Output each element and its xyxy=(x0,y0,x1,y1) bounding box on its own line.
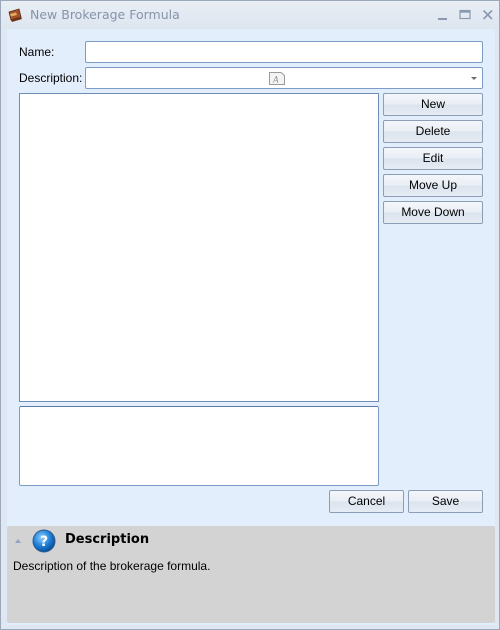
help-title: Description xyxy=(65,532,150,547)
collapse-arrow-icon[interactable] xyxy=(15,539,21,543)
move-up-button[interactable]: Move Up xyxy=(383,174,483,197)
minimize-icon[interactable] xyxy=(436,8,450,22)
svg-text:?: ? xyxy=(40,534,48,550)
help-panel: ? Description Description of the brokera… xyxy=(7,526,495,623)
dialog-body: Name: Description: A New Delete Edit Mov… xyxy=(7,29,495,625)
name-input[interactable] xyxy=(85,41,483,63)
maximize-icon[interactable] xyxy=(458,8,472,22)
help-question-icon: ? xyxy=(32,529,56,553)
move-down-button[interactable]: Move Down xyxy=(383,201,483,224)
description-input[interactable]: A xyxy=(85,67,483,89)
localize-text-icon[interactable]: A xyxy=(269,72,285,85)
delete-button[interactable]: Delete xyxy=(383,120,483,143)
window-title: New Brokerage Formula xyxy=(30,7,180,22)
save-button[interactable]: Save xyxy=(408,490,483,513)
formula-list[interactable] xyxy=(19,93,379,402)
description-label: Description: xyxy=(19,71,83,85)
name-label: Name: xyxy=(19,45,55,59)
title-bar[interactable]: New Brokerage Formula xyxy=(1,1,499,29)
cancel-button[interactable]: Cancel xyxy=(329,490,404,513)
svg-text:A: A xyxy=(272,75,279,85)
help-text: Description of the brokerage formula. xyxy=(13,559,211,573)
dropdown-arrow-icon[interactable] xyxy=(471,77,477,80)
new-button[interactable]: New xyxy=(383,93,483,116)
edit-button[interactable]: Edit xyxy=(383,147,483,170)
briefcase-icon xyxy=(8,8,22,22)
formula-detail-box[interactable] xyxy=(19,406,379,486)
close-icon[interactable] xyxy=(481,8,495,22)
dialog-window: New Brokerage Formula Name: Description:… xyxy=(0,0,500,630)
